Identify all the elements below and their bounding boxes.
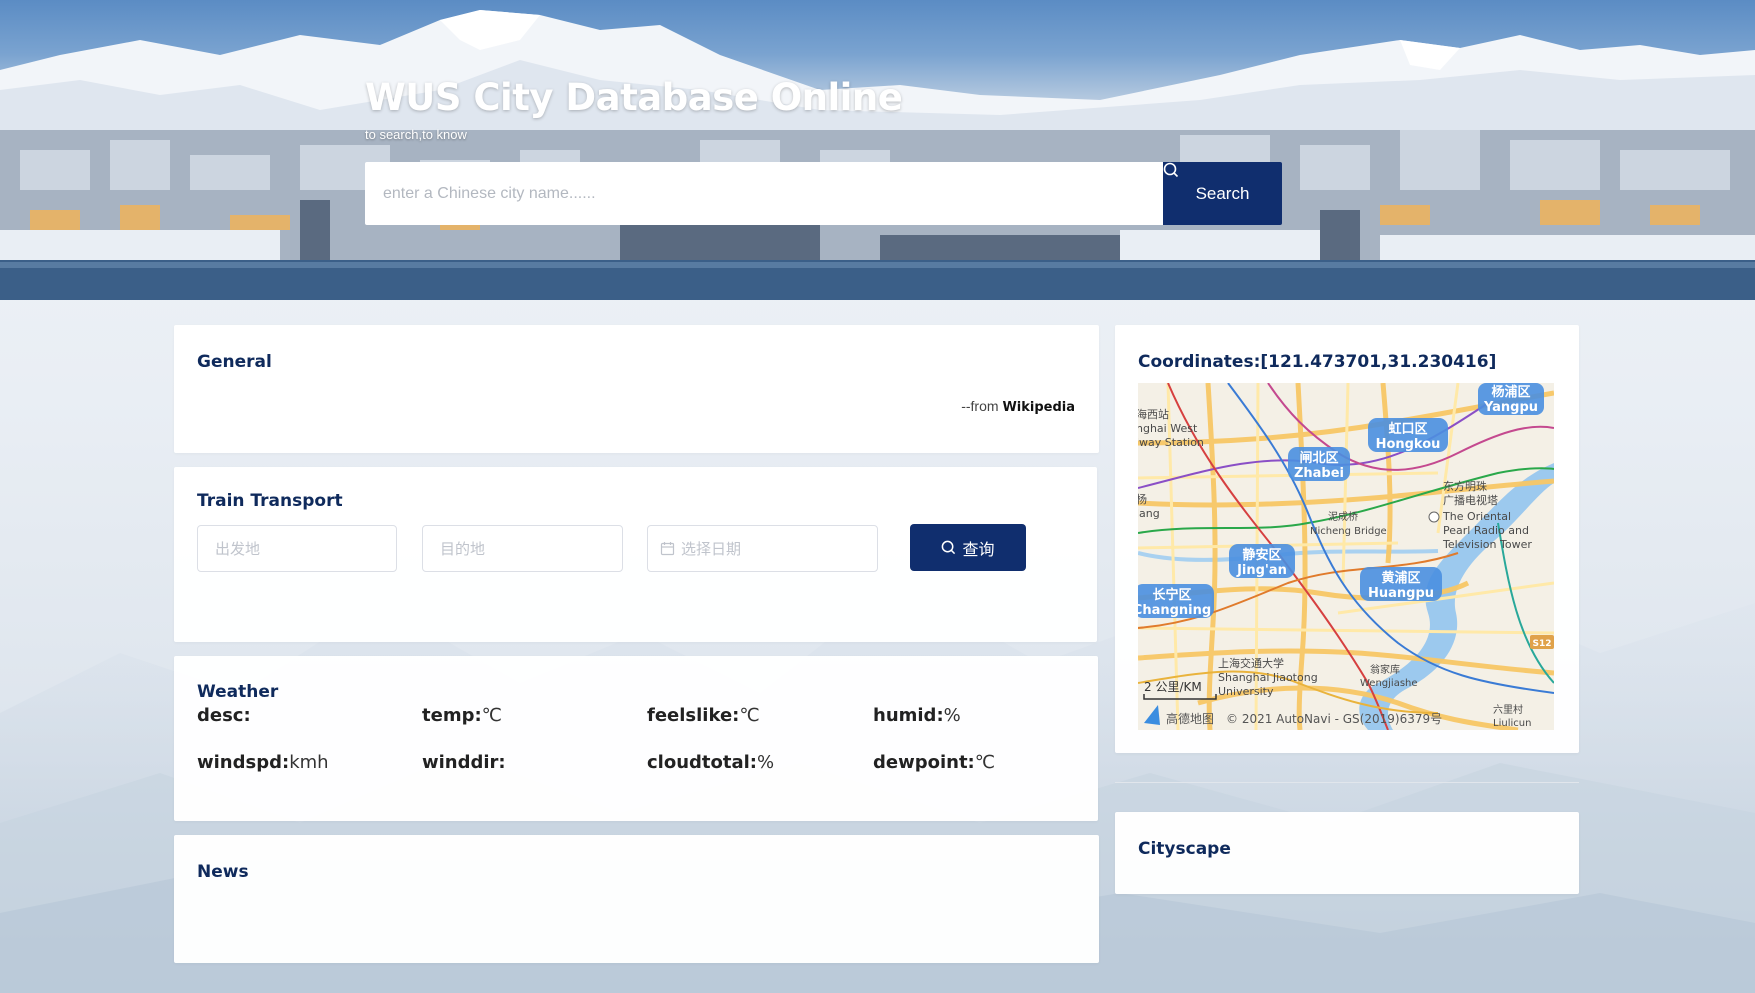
map-bridge-cn: 泥成桥 [1328, 510, 1358, 523]
weather-feelslike: feelslike:℃ [647, 705, 760, 726]
coordinates-title: Coordinates:[121.473701,31.230416] [1138, 352, 1497, 372]
weather-desc: desc: [197, 705, 251, 726]
map-label-changning-cn: 长宁区 [1152, 587, 1191, 603]
hero-banner: WUS City Database Online to search,to kn… [0, 0, 1755, 300]
weather-windspd-label: windspd: [197, 752, 290, 773]
news-title: News [197, 862, 249, 882]
departure-input[interactable] [197, 525, 397, 572]
site-title: WUS City Database Online [365, 76, 903, 119]
cityscape-card: Cityscape [1115, 812, 1579, 894]
weather-feelslike-label: feelslike: [647, 705, 740, 726]
map-station-cn: 海西站 [1138, 407, 1169, 421]
weather-windspd-unit: kmh [289, 752, 329, 773]
map-label-huangpu-cn: 黄浦区 [1381, 570, 1420, 586]
weather-card: Weather desc: temp:℃ feelslike:℃ humid:%… [174, 656, 1098, 821]
map-wengjiashe-en: Wengjiashe [1360, 678, 1418, 689]
news-card: News [174, 835, 1099, 963]
weather-dewpoint-unit: ℃ [974, 752, 995, 773]
query-button[interactable]: 查询 [910, 524, 1026, 571]
weather-humid-unit: % [943, 705, 961, 726]
map-label-yangpu-en: Yangpu [1483, 400, 1538, 415]
map-label-hongkou-cn: 虹口区 [1388, 421, 1427, 437]
general-title: General [197, 352, 272, 372]
map-copyright-brand: 高德地图 [1166, 711, 1214, 726]
road-badge: S12 [1532, 639, 1551, 649]
weather-winddir: winddir: [422, 752, 506, 773]
wiki-source-prefix: --from [961, 398, 1003, 414]
weather-feelslike-unit: ℃ [739, 705, 760, 726]
search-icon [1163, 162, 1179, 178]
search-button-label: Search [1195, 183, 1250, 203]
map-label-changning-en: Changning [1138, 603, 1211, 618]
map-label-yangpu-cn: 杨浦区 [1491, 384, 1530, 400]
general-card: General --from Wikipedia [174, 325, 1099, 453]
map-label-zhabei-en: Zhabei [1294, 466, 1344, 481]
weather-temp: temp:℃ [422, 705, 502, 726]
map-canvas: 杨浦区 Yangpu 虹口区 Hongkou 闸北区 Zhabei 静安区 Ji… [1138, 383, 1554, 730]
weather-humid-label: humid: [873, 705, 944, 726]
map-station-en-2: lway Station [1138, 436, 1204, 449]
map-label-huangpu-en: Huangpu [1368, 586, 1434, 601]
map-tower-cn-2: 广播电视塔 [1443, 493, 1498, 507]
search-button[interactable]: Search [1163, 162, 1282, 225]
map-copyright: © 2021 AutoNavi - GS(2019)6379号 [1226, 712, 1442, 726]
right-column-divider [1115, 782, 1579, 783]
map-tower-cn-1: 东方明珠 [1443, 479, 1487, 493]
wikipedia-link[interactable]: Wikipedia [1002, 400, 1075, 415]
map-side-text-1: 杨 [1138, 492, 1147, 506]
map-tower-en-1: The Oriental [1442, 510, 1511, 523]
map-label-jingan-cn: 静安区 [1242, 547, 1281, 563]
map-bridge-en: Nicheng Bridge [1310, 526, 1387, 537]
query-button-label: 查询 [962, 539, 995, 559]
weather-cloudtotal-label: cloudtotal: [647, 752, 757, 773]
weather-desc-label: desc: [197, 705, 251, 726]
train-transport-card: Train Transport 选择日期 查询 [174, 467, 1097, 642]
map-label-zhabei-cn: 闸北区 [1299, 450, 1338, 466]
cityscape-title: Cityscape [1138, 839, 1231, 859]
map-liulicun-en: Liulicun [1493, 718, 1531, 729]
map-univ-en-1: Shanghai Jiaotong [1218, 671, 1318, 684]
weather-windspd: windspd:kmh [197, 752, 329, 773]
map-label-jingan-en: Jing'an [1236, 563, 1287, 578]
hero-landscape-image [0, 10, 1755, 300]
map-station-en-1: nghai West [1138, 422, 1198, 435]
map-side-text-2: lang [1138, 507, 1160, 520]
wiki-source: --from Wikipedia [961, 398, 1075, 415]
map-liulicun-cn: 六里村 [1493, 703, 1523, 716]
search-icon [942, 540, 956, 555]
weather-temp-label: temp: [422, 705, 482, 726]
site-subtitle: to search,to know [365, 127, 467, 142]
coordinates-card: Coordinates:[121.473701,31.230416] 杨浦区 Y… [1115, 325, 1579, 753]
map-wengjiashe-cn: 翁家库 [1370, 663, 1400, 676]
weather-dewpoint-label: dewpoint: [873, 752, 975, 773]
date-placeholder: 选择日期 [681, 540, 742, 558]
city-map[interactable]: 杨浦区 Yangpu 虹口区 Hongkou 闸北区 Zhabei 静安区 Ji… [1138, 383, 1554, 730]
weather-winddir-label: winddir: [422, 752, 506, 773]
destination-input[interactable] [422, 525, 623, 572]
date-picker[interactable]: 选择日期 [647, 525, 878, 572]
weather-cloudtotal-unit: % [757, 752, 775, 773]
map-univ-cn: 上海交通大学 [1218, 656, 1284, 670]
map-univ-en-2: University [1218, 685, 1274, 698]
tower-poi-icon [1428, 511, 1440, 523]
weather-dewpoint: dewpoint:℃ [873, 752, 995, 773]
weather-title: Weather [197, 682, 279, 702]
train-transport-title: Train Transport [197, 491, 343, 511]
map-tower-en-3: Television Tower [1442, 538, 1532, 551]
map-label-hongkou-en: Hongkou [1376, 437, 1441, 452]
weather-cloudtotal: cloudtotal:% [647, 752, 774, 773]
weather-humid: humid:% [873, 705, 961, 726]
map-scale-label: 2 公里/KM [1144, 680, 1202, 694]
calendar-icon [660, 542, 675, 556]
weather-temp-unit: ℃ [481, 705, 502, 726]
city-search-input[interactable] [365, 162, 1163, 225]
map-tower-en-2: Pearl Radio and [1443, 524, 1529, 537]
